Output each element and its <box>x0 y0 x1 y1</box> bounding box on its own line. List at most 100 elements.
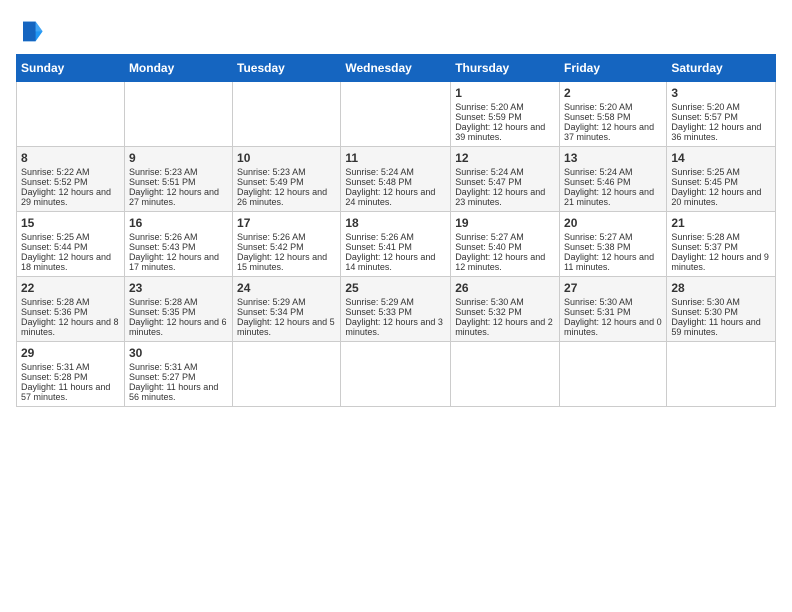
sunset: Sunset: 5:51 PM <box>129 177 196 187</box>
calendar-week-row: 29Sunrise: 5:31 AMSunset: 5:28 PMDayligh… <box>17 342 776 407</box>
day-number: 14 <box>671 151 771 165</box>
day-number: 22 <box>21 281 120 295</box>
day-number: 27 <box>564 281 662 295</box>
sunrise: Sunrise: 5:26 AM <box>345 232 414 242</box>
sunset: Sunset: 5:35 PM <box>129 307 196 317</box>
sunrise: Sunrise: 5:29 AM <box>345 297 414 307</box>
calendar-cell: 17Sunrise: 5:26 AMSunset: 5:42 PMDayligh… <box>233 212 341 277</box>
calendar-cell: 16Sunrise: 5:26 AMSunset: 5:43 PMDayligh… <box>124 212 232 277</box>
day-number: 12 <box>455 151 555 165</box>
day-number: 20 <box>564 216 662 230</box>
sunrise: Sunrise: 5:20 AM <box>671 102 740 112</box>
sunset: Sunset: 5:28 PM <box>21 372 88 382</box>
daylight-label: Daylight: 12 hours and 6 minutes. <box>129 317 227 337</box>
day-number: 19 <box>455 216 555 230</box>
sunset: Sunset: 5:31 PM <box>564 307 631 317</box>
sunrise: Sunrise: 5:26 AM <box>129 232 198 242</box>
weekday-header: Friday <box>560 55 667 82</box>
day-number: 30 <box>129 346 228 360</box>
day-number: 18 <box>345 216 446 230</box>
calendar-cell: 24Sunrise: 5:29 AMSunset: 5:34 PMDayligh… <box>233 277 341 342</box>
day-number: 16 <box>129 216 228 230</box>
sunrise: Sunrise: 5:30 AM <box>564 297 633 307</box>
calendar-week-row: 1Sunrise: 5:20 AMSunset: 5:59 PMDaylight… <box>17 82 776 147</box>
calendar-cell: 14Sunrise: 5:25 AMSunset: 5:45 PMDayligh… <box>667 147 776 212</box>
daylight-label: Daylight: 12 hours and 11 minutes. <box>564 252 654 272</box>
daylight-label: Daylight: 12 hours and 15 minutes. <box>237 252 327 272</box>
calendar-cell <box>341 342 451 407</box>
daylight-label: Daylight: 12 hours and 20 minutes. <box>671 187 761 207</box>
daylight-label: Daylight: 12 hours and 2 minutes. <box>455 317 553 337</box>
logo-icon <box>16 16 44 44</box>
day-number: 2 <box>564 86 662 100</box>
calendar-cell: 13Sunrise: 5:24 AMSunset: 5:46 PMDayligh… <box>560 147 667 212</box>
day-number: 25 <box>345 281 446 295</box>
calendar-cell: 2Sunrise: 5:20 AMSunset: 5:58 PMDaylight… <box>560 82 667 147</box>
calendar-cell: 9Sunrise: 5:23 AMSunset: 5:51 PMDaylight… <box>124 147 232 212</box>
sunrise: Sunrise: 5:24 AM <box>345 167 414 177</box>
daylight-label: Daylight: 12 hours and 37 minutes. <box>564 122 654 142</box>
sunset: Sunset: 5:36 PM <box>21 307 88 317</box>
sunrise: Sunrise: 5:26 AM <box>237 232 306 242</box>
weekday-header: Tuesday <box>233 55 341 82</box>
day-number: 3 <box>671 86 771 100</box>
sunrise: Sunrise: 5:25 AM <box>671 167 740 177</box>
calendar-cell: 19Sunrise: 5:27 AMSunset: 5:40 PMDayligh… <box>451 212 560 277</box>
daylight-label: Daylight: 12 hours and 12 minutes. <box>455 252 545 272</box>
daylight-label: Daylight: 12 hours and 14 minutes. <box>345 252 435 272</box>
sunset: Sunset: 5:41 PM <box>345 242 412 252</box>
calendar-cell: 27Sunrise: 5:30 AMSunset: 5:31 PMDayligh… <box>560 277 667 342</box>
calendar-cell: 30Sunrise: 5:31 AMSunset: 5:27 PMDayligh… <box>124 342 232 407</box>
sunset: Sunset: 5:27 PM <box>129 372 196 382</box>
sunrise: Sunrise: 5:22 AM <box>21 167 90 177</box>
daylight-label: Daylight: 12 hours and 18 minutes. <box>21 252 111 272</box>
calendar-week-row: 15Sunrise: 5:25 AMSunset: 5:44 PMDayligh… <box>17 212 776 277</box>
calendar-cell <box>17 82 125 147</box>
page-header <box>16 16 776 44</box>
daylight-label: Daylight: 12 hours and 36 minutes. <box>671 122 761 142</box>
calendar-cell: 20Sunrise: 5:27 AMSunset: 5:38 PMDayligh… <box>560 212 667 277</box>
sunset: Sunset: 5:46 PM <box>564 177 631 187</box>
day-number: 23 <box>129 281 228 295</box>
logo <box>16 16 48 44</box>
day-number: 13 <box>564 151 662 165</box>
sunrise: Sunrise: 5:23 AM <box>237 167 306 177</box>
calendar-cell: 21Sunrise: 5:28 AMSunset: 5:37 PMDayligh… <box>667 212 776 277</box>
sunset: Sunset: 5:32 PM <box>455 307 522 317</box>
calendar-cell: 1Sunrise: 5:20 AMSunset: 5:59 PMDaylight… <box>451 82 560 147</box>
sunset: Sunset: 5:30 PM <box>671 307 738 317</box>
day-number: 21 <box>671 216 771 230</box>
sunrise: Sunrise: 5:30 AM <box>671 297 740 307</box>
daylight-label: Daylight: 12 hours and 9 minutes. <box>671 252 769 272</box>
calendar-cell: 8Sunrise: 5:22 AMSunset: 5:52 PMDaylight… <box>17 147 125 212</box>
sunset: Sunset: 5:38 PM <box>564 242 631 252</box>
calendar-cell: 3Sunrise: 5:20 AMSunset: 5:57 PMDaylight… <box>667 82 776 147</box>
sunrise: Sunrise: 5:31 AM <box>129 362 198 372</box>
sunrise: Sunrise: 5:24 AM <box>455 167 524 177</box>
calendar-cell: 11Sunrise: 5:24 AMSunset: 5:48 PMDayligh… <box>341 147 451 212</box>
daylight-label: Daylight: 12 hours and 5 minutes. <box>237 317 335 337</box>
sunset: Sunset: 5:59 PM <box>455 112 522 122</box>
calendar-cell: 15Sunrise: 5:25 AMSunset: 5:44 PMDayligh… <box>17 212 125 277</box>
day-number: 11 <box>345 151 446 165</box>
sunrise: Sunrise: 5:20 AM <box>455 102 524 112</box>
sunrise: Sunrise: 5:28 AM <box>21 297 90 307</box>
weekday-header: Saturday <box>667 55 776 82</box>
calendar-cell <box>233 342 341 407</box>
day-number: 15 <box>21 216 120 230</box>
day-number: 8 <box>21 151 120 165</box>
sunset: Sunset: 5:37 PM <box>671 242 738 252</box>
daylight-label: Daylight: 12 hours and 26 minutes. <box>237 187 327 207</box>
sunrise: Sunrise: 5:29 AM <box>237 297 306 307</box>
sunrise: Sunrise: 5:28 AM <box>129 297 198 307</box>
daylight-label: Daylight: 12 hours and 39 minutes. <box>455 122 545 142</box>
sunrise: Sunrise: 5:31 AM <box>21 362 90 372</box>
daylight-label: Daylight: 12 hours and 8 minutes. <box>21 317 119 337</box>
daylight-label: Daylight: 12 hours and 29 minutes. <box>21 187 111 207</box>
daylight-label: Daylight: 12 hours and 17 minutes. <box>129 252 219 272</box>
calendar-cell <box>341 82 451 147</box>
calendar-cell: 10Sunrise: 5:23 AMSunset: 5:49 PMDayligh… <box>233 147 341 212</box>
calendar-cell <box>233 82 341 147</box>
calendar-cell: 26Sunrise: 5:30 AMSunset: 5:32 PMDayligh… <box>451 277 560 342</box>
sunrise: Sunrise: 5:30 AM <box>455 297 524 307</box>
